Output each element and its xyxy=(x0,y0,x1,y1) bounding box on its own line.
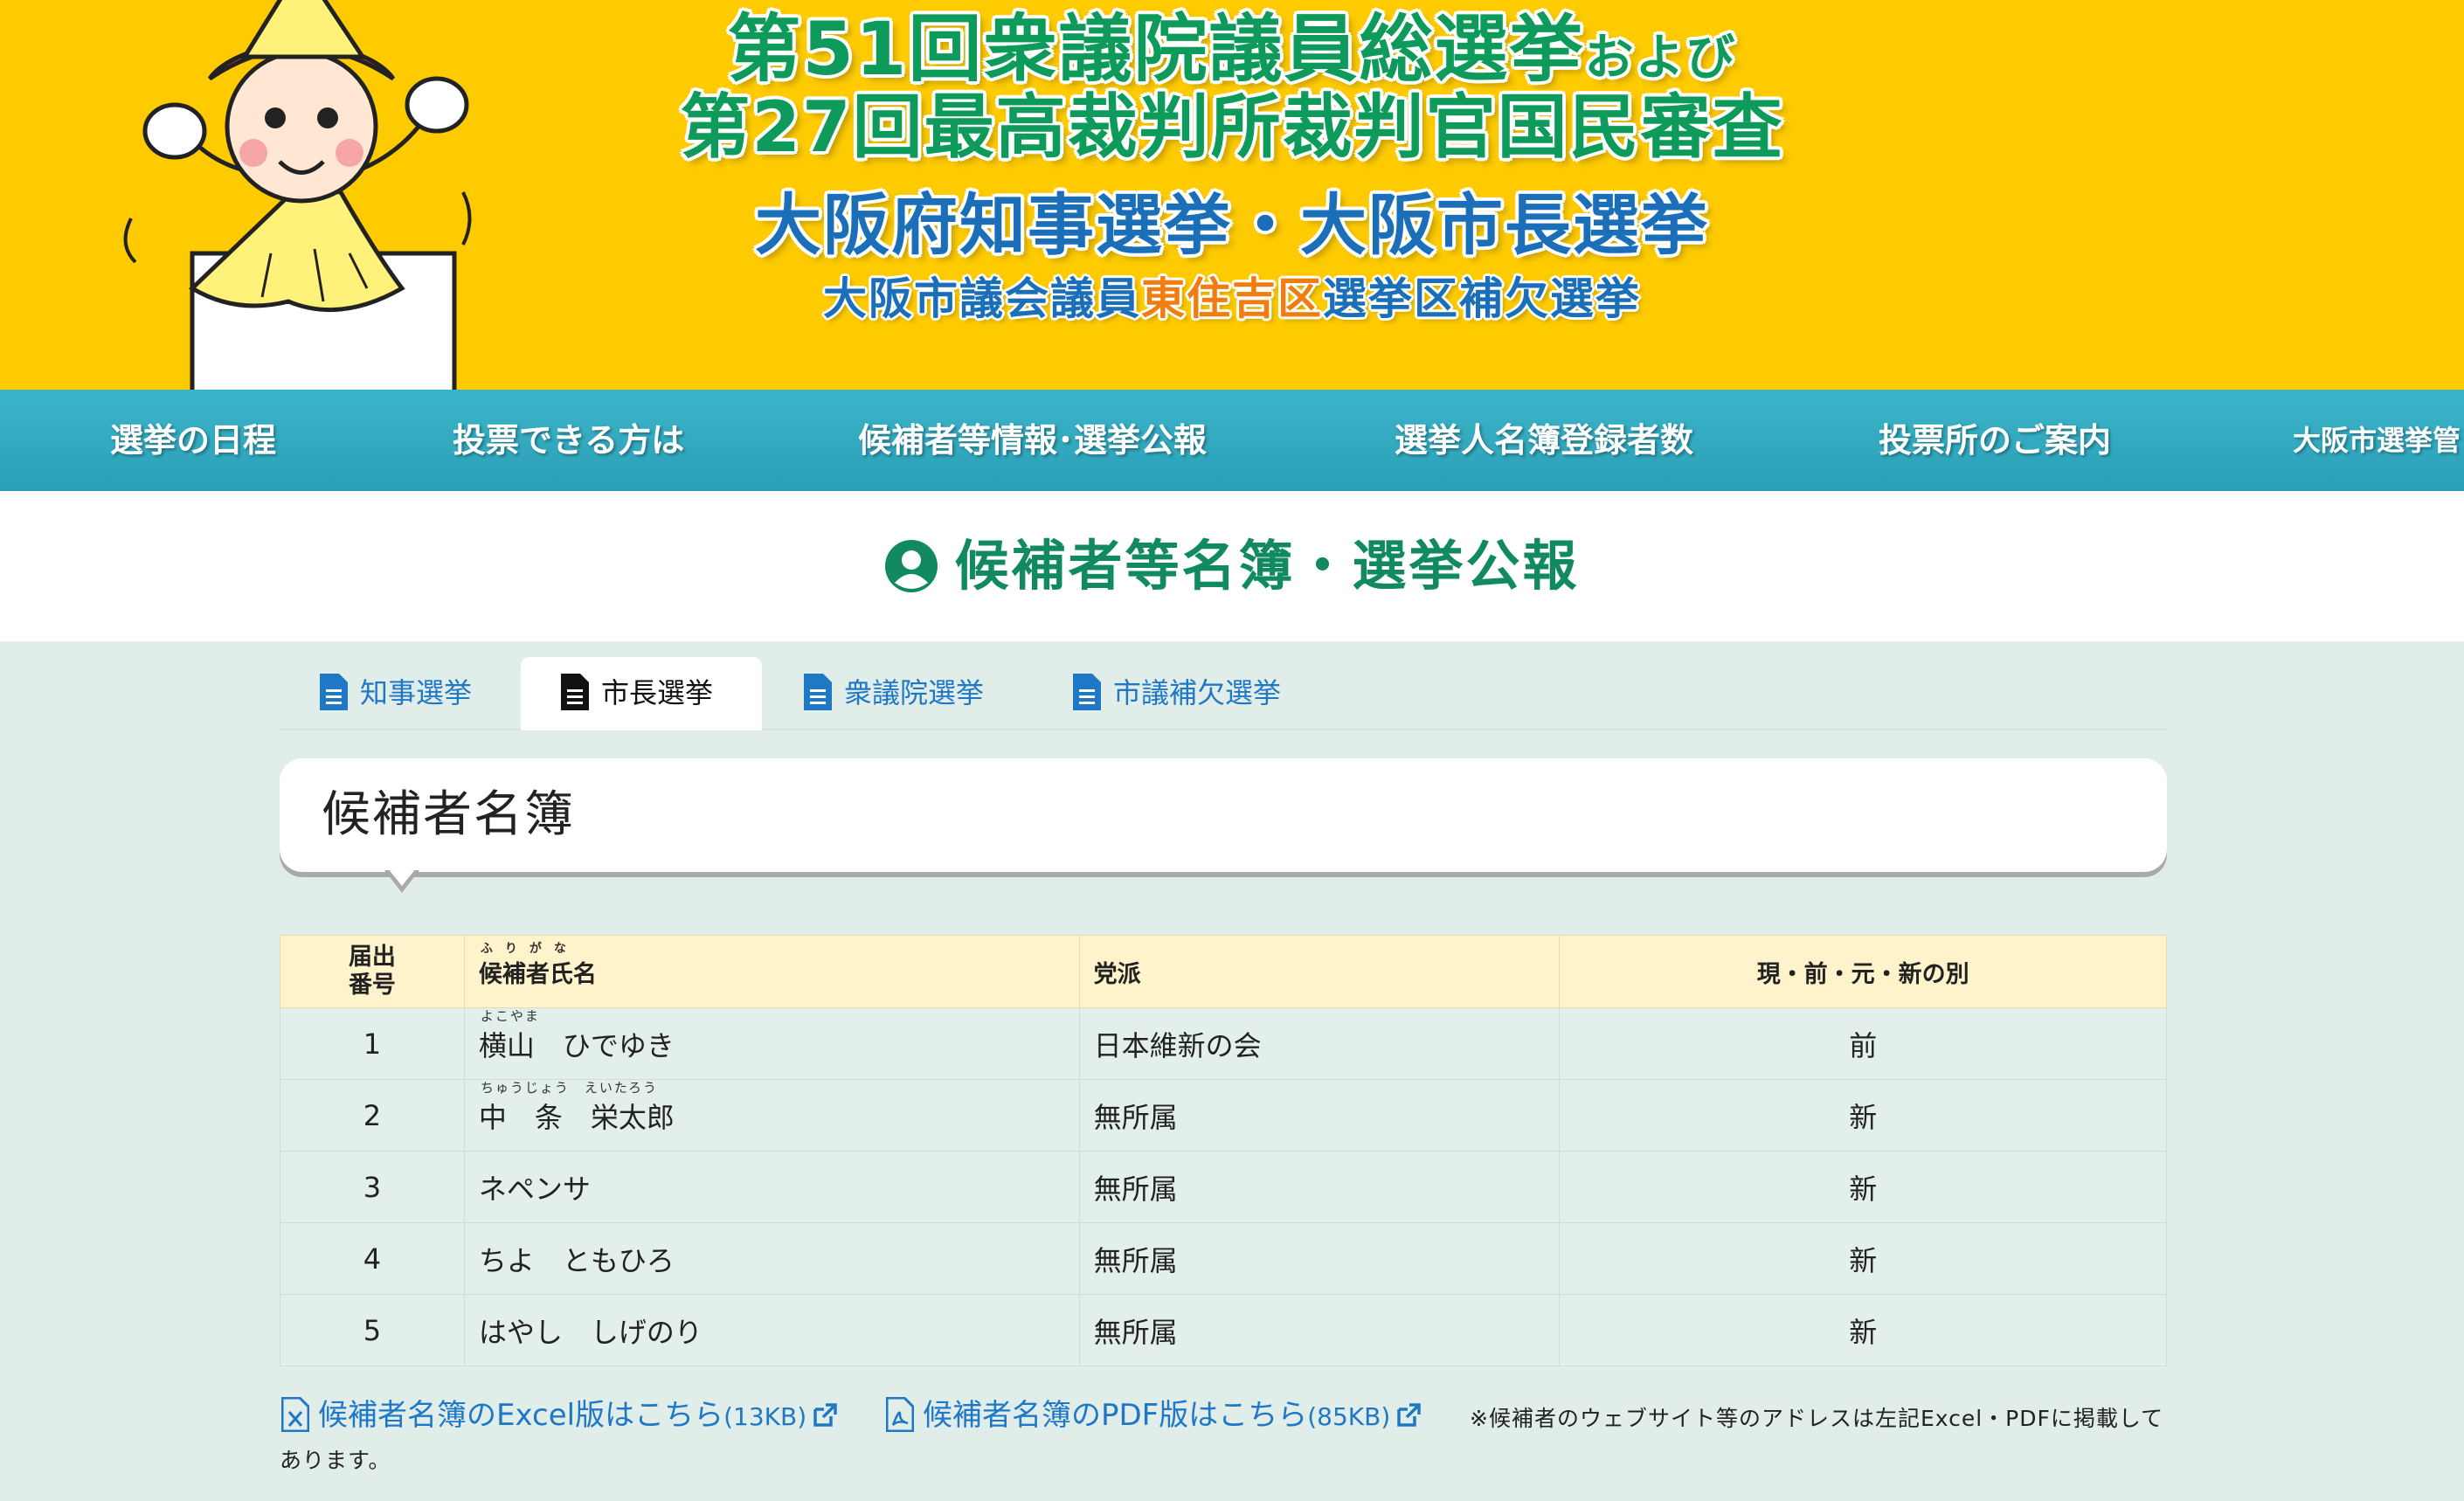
cell-name: よこやま 横山 ひでゆき xyxy=(463,1007,1080,1080)
card-pointer-inner xyxy=(388,868,416,886)
nav-item-candidates[interactable]: 候補者等情報･選挙公報 xyxy=(858,390,1207,491)
header-party: 党派 xyxy=(1078,935,1561,1008)
tab-city-council-by-election[interactable]: 市議補欠選挙 xyxy=(1073,657,1335,729)
external-link-icon xyxy=(1397,1403,1422,1427)
cell-party: 無所属 xyxy=(1078,1079,1561,1152)
table-row: 4 ちよ ともひろ 無所属 新 xyxy=(280,1222,2167,1295)
table-row: 5 はやし しげのり 無所属 新 xyxy=(280,1294,2167,1366)
election-titles: 第51回衆議院議員総選挙および 第27回最高裁判所裁判官国民審査 大阪府知事選挙… xyxy=(664,10,1800,322)
cell-name-furigana: ちゅうじょう えいたろう xyxy=(480,1079,658,1096)
cell-status: 新 xyxy=(1559,1294,2167,1366)
title-line-2: 第27回最高裁判所裁判官国民審査 xyxy=(680,86,1784,169)
cell-number: 3 xyxy=(280,1151,465,1223)
cell-name: ちよ ともひろ xyxy=(463,1222,1080,1295)
cell-name: ネペンサ xyxy=(463,1151,1080,1223)
mascot-illustration xyxy=(123,0,472,390)
title-line-1: 第51回衆議院議員総選挙および xyxy=(727,6,1737,92)
cell-party: 無所属 xyxy=(1078,1151,1561,1223)
user-circle-icon xyxy=(885,540,938,592)
pdf-file-icon xyxy=(886,1397,914,1432)
cell-status: 新 xyxy=(1559,1222,2167,1295)
candidate-table: 届出 番号 ふりがな 候補者氏名 党派 現・前・元・新の別 1 よこやま 横山 ひでゆ… xyxy=(280,935,2167,1366)
cell-number: 2 xyxy=(280,1079,465,1152)
cell-status: 新 xyxy=(1559,1151,2167,1223)
pdf-download-link[interactable]: 候補者名簿のPDF版はこちら(85KB) xyxy=(886,1391,1422,1440)
document-icon xyxy=(320,674,348,710)
external-link-icon xyxy=(813,1403,837,1427)
cell-number: 5 xyxy=(280,1294,465,1366)
title-line-3: 大阪府知事選挙・大阪市長選挙 xyxy=(755,186,1709,265)
table-row: 3 ネペンサ 無所属 新 xyxy=(280,1151,2167,1223)
cell-name: はやし しげのり xyxy=(463,1294,1080,1366)
election-tabs: 知事選挙 市長選挙 衆議院選挙 市議補欠選挙 xyxy=(280,657,2167,730)
cell-number: 1 xyxy=(280,1007,465,1080)
cell-party: 無所属 xyxy=(1078,1222,1561,1295)
cell-name-furigana: よこやま xyxy=(480,1007,540,1024)
document-icon xyxy=(1073,674,1101,710)
table-header-row: 届出 番号 ふりがな 候補者氏名 党派 現・前・元・新の別 xyxy=(280,935,2167,1008)
main-nav: 選挙の日程 投票できる方は 候補者等情報･選挙公報 選挙人名簿登録者数 投票所の… xyxy=(0,390,2464,491)
document-icon xyxy=(804,674,832,710)
nav-item-registered-voters[interactable]: 選挙人名簿登録者数 xyxy=(1395,390,1693,491)
nav-item-eligible-voters[interactable]: 投票できる方は xyxy=(453,390,684,491)
nav-item-schedule[interactable]: 選挙の日程 xyxy=(110,390,276,491)
tab-governor[interactable]: 知事選挙 xyxy=(320,657,512,729)
header-name: ふりがな 候補者氏名 xyxy=(463,935,1080,1008)
header-banner: 第51回衆議院議員総選挙および 第27回最高裁判所裁判官国民審査 大阪府知事選挙… xyxy=(0,0,2464,390)
header-number: 届出 番号 xyxy=(280,935,465,1008)
cell-name: ちゅうじょう えいたろう中 条 栄太郎 xyxy=(463,1079,1080,1152)
section-title: 候補者名簿 xyxy=(322,786,575,843)
cell-number: 4 xyxy=(280,1222,465,1295)
nav-item-election-commission[interactable]: 大阪市選挙管 xyxy=(2293,390,2461,491)
table-row: 1 よこやま 横山 ひでゆき 日本維新の会 前 xyxy=(280,1007,2167,1080)
nav-item-polling-places[interactable]: 投票所のご案内 xyxy=(1879,390,2111,491)
document-icon xyxy=(561,674,589,710)
table-row: 2 ちゅうじょう えいたろう中 条 栄太郎 無所属 新 xyxy=(280,1079,2167,1152)
excel-file-icon xyxy=(281,1397,309,1432)
page-title-text: 候補者等名簿・選挙公報 xyxy=(954,534,1580,598)
excel-download-link[interactable]: 候補者名簿のExcel版はこちら(13KB) xyxy=(281,1391,838,1440)
cell-status: 前 xyxy=(1559,1007,2167,1080)
section-heading-card: 候補者名簿 xyxy=(280,758,2167,872)
header-status: 現・前・元・新の別 xyxy=(1559,935,2167,1008)
cell-status: 新 xyxy=(1559,1079,2167,1152)
cell-party: 日本維新の会 xyxy=(1078,1007,1561,1080)
header-name-furigana: ふりがな xyxy=(480,941,578,956)
cell-party: 無所属 xyxy=(1078,1294,1561,1366)
tab-mayor[interactable]: 市長選挙 xyxy=(521,657,762,730)
title-line-4: 大阪市議会議員東住吉区選挙区補欠選挙 xyxy=(823,273,1641,324)
page-title: 候補者等名簿・選挙公報 xyxy=(0,491,2464,641)
tab-house-of-representatives[interactable]: 衆議院選挙 xyxy=(804,657,1031,729)
page-title-band: 候補者等名簿・選挙公報 xyxy=(0,491,2464,641)
